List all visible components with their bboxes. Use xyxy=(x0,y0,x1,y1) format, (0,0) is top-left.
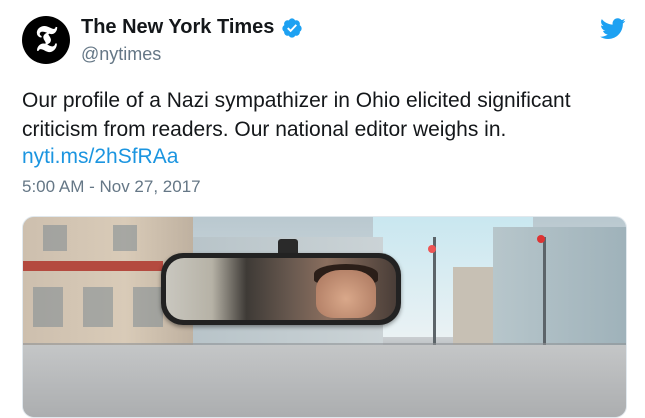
photo-road xyxy=(23,345,626,417)
tweet-timestamp[interactable]: 5:00 AM - Nov 27, 2017 xyxy=(22,177,201,197)
photo-traffic-light xyxy=(428,245,436,253)
photo-building-right xyxy=(493,227,626,347)
photo-window xyxy=(33,287,63,327)
photo-window xyxy=(83,287,113,327)
photo-window xyxy=(133,287,163,327)
tweet-text: Our profile of a Nazi sympathizer in Ohi… xyxy=(22,89,571,141)
reflection-face xyxy=(316,270,376,318)
twitter-bird-icon[interactable] xyxy=(600,18,626,40)
tweet-photo[interactable] xyxy=(22,216,627,418)
verified-badge-icon xyxy=(282,17,303,38)
tweet-link[interactable]: nyti.ms/2hSfRAa xyxy=(22,145,178,169)
photo-traffic-light xyxy=(537,235,545,243)
photo-traffic-pole xyxy=(433,237,436,347)
photo-traffic-pole xyxy=(543,237,546,347)
photo-awning xyxy=(23,261,163,271)
rearview-mirror xyxy=(161,253,401,325)
photo-window xyxy=(43,225,67,251)
mirror-reflection xyxy=(166,258,396,320)
nyt-logo-icon: 𝕿 xyxy=(34,18,58,60)
author-handle[interactable]: @nytimes xyxy=(81,44,161,65)
author-avatar[interactable]: 𝕿 xyxy=(22,16,70,64)
photo-window xyxy=(113,225,137,251)
author-name[interactable]: The New York Times xyxy=(81,16,274,39)
author-name-row[interactable]: The New York Times xyxy=(81,16,303,39)
